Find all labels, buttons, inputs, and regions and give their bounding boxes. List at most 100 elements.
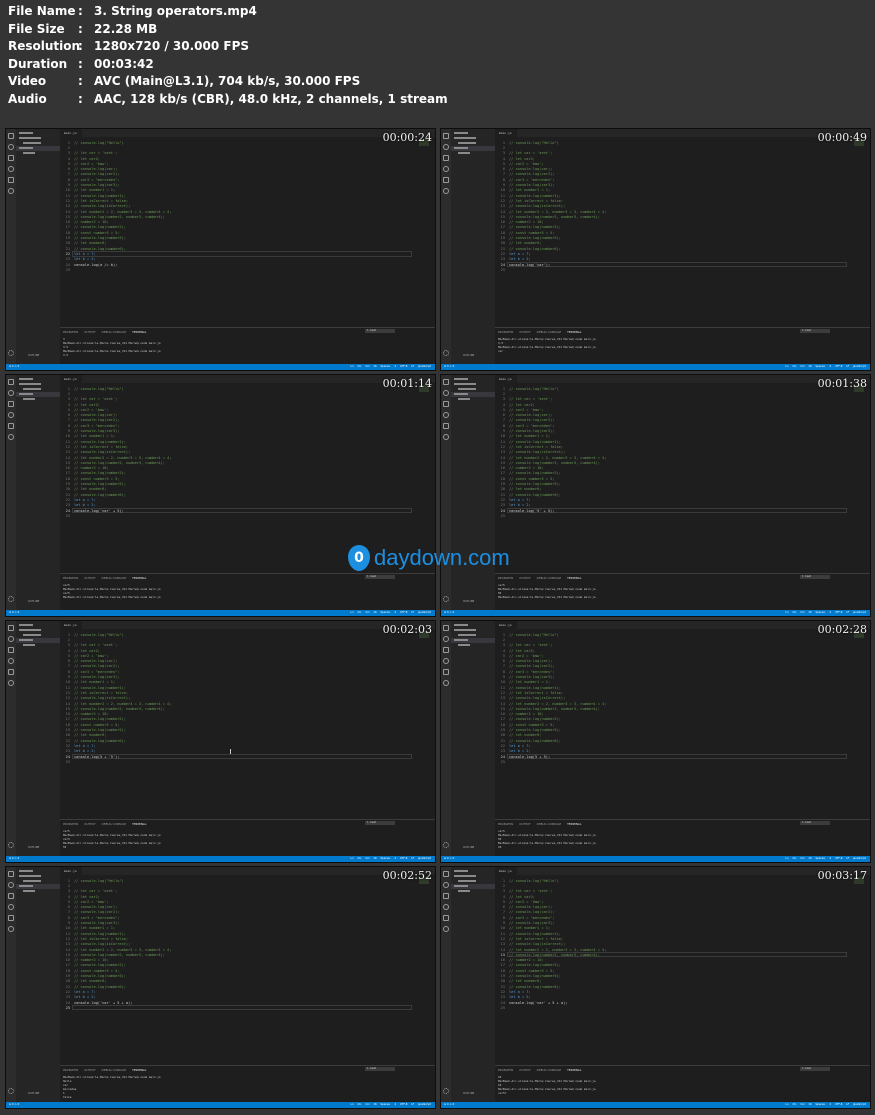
panel-tab[interactable]: PROBLEMS (498, 822, 513, 826)
extensions-icon[interactable] (8, 915, 14, 921)
sidebar-item[interactable] (23, 880, 41, 882)
panel-actions[interactable] (401, 575, 431, 579)
terminal-select[interactable]: 1: bash (365, 1067, 395, 1071)
extensions-icon[interactable] (443, 915, 449, 921)
sidebar-item[interactable] (458, 634, 476, 636)
panel-tab[interactable]: PROBLEMS (63, 330, 78, 334)
git-icon[interactable] (443, 893, 449, 899)
terminal-select[interactable]: 1: bash (365, 575, 395, 579)
panel-actions[interactable] (836, 575, 866, 579)
panel-tab[interactable]: OUTPUT (519, 1068, 530, 1072)
sidebar-item[interactable] (454, 393, 468, 395)
panel-tab[interactable]: DEBUG CONSOLE (537, 576, 562, 580)
files-icon[interactable] (443, 133, 449, 139)
debug-icon[interactable] (8, 904, 14, 910)
sidebar-item[interactable] (23, 634, 41, 636)
sidebar-item[interactable] (23, 398, 35, 400)
tab-main-js[interactable]: main.js (495, 867, 517, 875)
panel-tab[interactable]: PROBLEMS (498, 576, 513, 580)
panel-tab[interactable]: TERMINAL (132, 1068, 146, 1072)
extensions-icon[interactable] (8, 423, 14, 429)
debug-icon[interactable] (8, 412, 14, 418)
panel-tab[interactable]: OUTPUT (84, 576, 95, 580)
status-problems[interactable]: ⊗ 0 ⚠ 0 (9, 610, 19, 616)
sidebar-item[interactable] (454, 875, 476, 877)
extensions-icon[interactable] (443, 177, 449, 183)
status-info[interactable]: Ln 24, Col 16 Spaces: 4 UTF-8 LF JavaScr… (350, 610, 431, 616)
docker-icon[interactable] (8, 926, 14, 932)
files-icon[interactable] (443, 379, 449, 385)
sidebar-item[interactable] (454, 147, 468, 149)
sidebar-item[interactable] (454, 870, 468, 872)
panel-tab[interactable]: OUTPUT (84, 330, 95, 334)
sidebar-item[interactable] (454, 137, 476, 139)
panel-tab[interactable]: DEBUG CONSOLE (102, 330, 127, 334)
files-icon[interactable] (8, 133, 14, 139)
panel-actions[interactable] (401, 821, 431, 825)
debug-icon[interactable] (8, 658, 14, 664)
files-icon[interactable] (8, 871, 14, 877)
status-problems[interactable]: ⊗ 0 ⚠ 0 (444, 856, 454, 862)
sidebar-item[interactable] (454, 624, 468, 626)
gear-icon[interactable] (8, 350, 14, 356)
terminal-select[interactable]: 1: bash (365, 329, 395, 333)
status-info[interactable]: Ln 24, Col 16 Spaces: 4 UTF-8 LF JavaScr… (785, 364, 866, 370)
git-icon[interactable] (8, 155, 14, 161)
sidebar-item[interactable] (19, 137, 41, 139)
tab-main-js[interactable]: main.js (60, 129, 82, 137)
panel-actions[interactable] (836, 1067, 866, 1071)
status-problems[interactable]: ⊗ 0 ⚠ 0 (9, 364, 19, 370)
panel-tab[interactable]: TERMINAL (132, 576, 146, 580)
tab-main-js[interactable]: main.js (60, 621, 82, 629)
docker-icon[interactable] (8, 434, 14, 440)
gear-icon[interactable] (443, 1088, 449, 1094)
search-icon[interactable] (8, 144, 14, 150)
code-editor[interactable]: 1 // console.log("Hello") 2 3 // let car = '… (495, 137, 870, 327)
status-info[interactable]: Ln 24, Col 16 Spaces: 4 UTF-8 LF JavaScr… (350, 856, 431, 862)
tab-main-js[interactable]: main.js (60, 867, 82, 875)
status-info[interactable]: Ln 24, Col 16 Spaces: 4 UTF-8 LF JavaScr… (785, 856, 866, 862)
status-problems[interactable]: ⊗ 0 ⚠ 0 (9, 1102, 19, 1108)
debug-icon[interactable] (8, 166, 14, 172)
panel-tab[interactable]: TERMINAL (567, 576, 581, 580)
files-icon[interactable] (8, 379, 14, 385)
sidebar-item[interactable] (23, 388, 41, 390)
search-icon[interactable] (8, 390, 14, 396)
sidebar-item[interactable] (19, 875, 41, 877)
sidebar-item[interactable] (23, 890, 35, 892)
sidebar-item[interactable] (19, 629, 41, 631)
code-editor[interactable]: 1 // console.log("Hello") 2 3 // let car = '… (495, 383, 870, 573)
extensions-icon[interactable] (443, 423, 449, 429)
panel-tab[interactable]: TERMINAL (567, 822, 581, 826)
debug-icon[interactable] (443, 166, 449, 172)
status-problems[interactable]: ⊗ 0 ⚠ 0 (444, 1102, 454, 1108)
panel-tab[interactable]: PROBLEMS (63, 822, 78, 826)
sidebar-item[interactable] (454, 378, 468, 380)
sidebar-item[interactable] (454, 383, 476, 385)
sidebar-item[interactable] (458, 398, 470, 400)
sidebar-item[interactable] (458, 142, 476, 144)
docker-icon[interactable] (8, 680, 14, 686)
terminal-select[interactable]: 1: bash (365, 821, 395, 825)
debug-icon[interactable] (443, 658, 449, 664)
sidebar-item[interactable] (458, 890, 470, 892)
docker-icon[interactable] (8, 188, 14, 194)
debug-icon[interactable] (443, 412, 449, 418)
files-icon[interactable] (8, 625, 14, 631)
git-icon[interactable] (8, 893, 14, 899)
sidebar-item[interactable] (19, 870, 33, 872)
gear-icon[interactable] (443, 842, 449, 848)
sidebar-item[interactable] (458, 388, 476, 390)
sidebar-item[interactable] (19, 383, 41, 385)
gear-icon[interactable] (8, 596, 14, 602)
panel-tab[interactable]: DEBUG CONSOLE (537, 1068, 562, 1072)
sidebar-item[interactable] (19, 393, 33, 395)
status-info[interactable]: Ln 24, Col 16 Spaces: 4 UTF-8 LF JavaScr… (785, 610, 866, 616)
extensions-icon[interactable] (8, 177, 14, 183)
panel-tab[interactable]: OUTPUT (84, 1068, 95, 1072)
sidebar-item[interactable] (19, 378, 33, 380)
status-problems[interactable]: ⊗ 0 ⚠ 0 (9, 856, 19, 862)
code-editor[interactable]: 1 // console.log("Hello") 2 3 // let car = '… (60, 629, 435, 819)
search-icon[interactable] (443, 144, 449, 150)
sidebar-item[interactable] (454, 885, 468, 887)
